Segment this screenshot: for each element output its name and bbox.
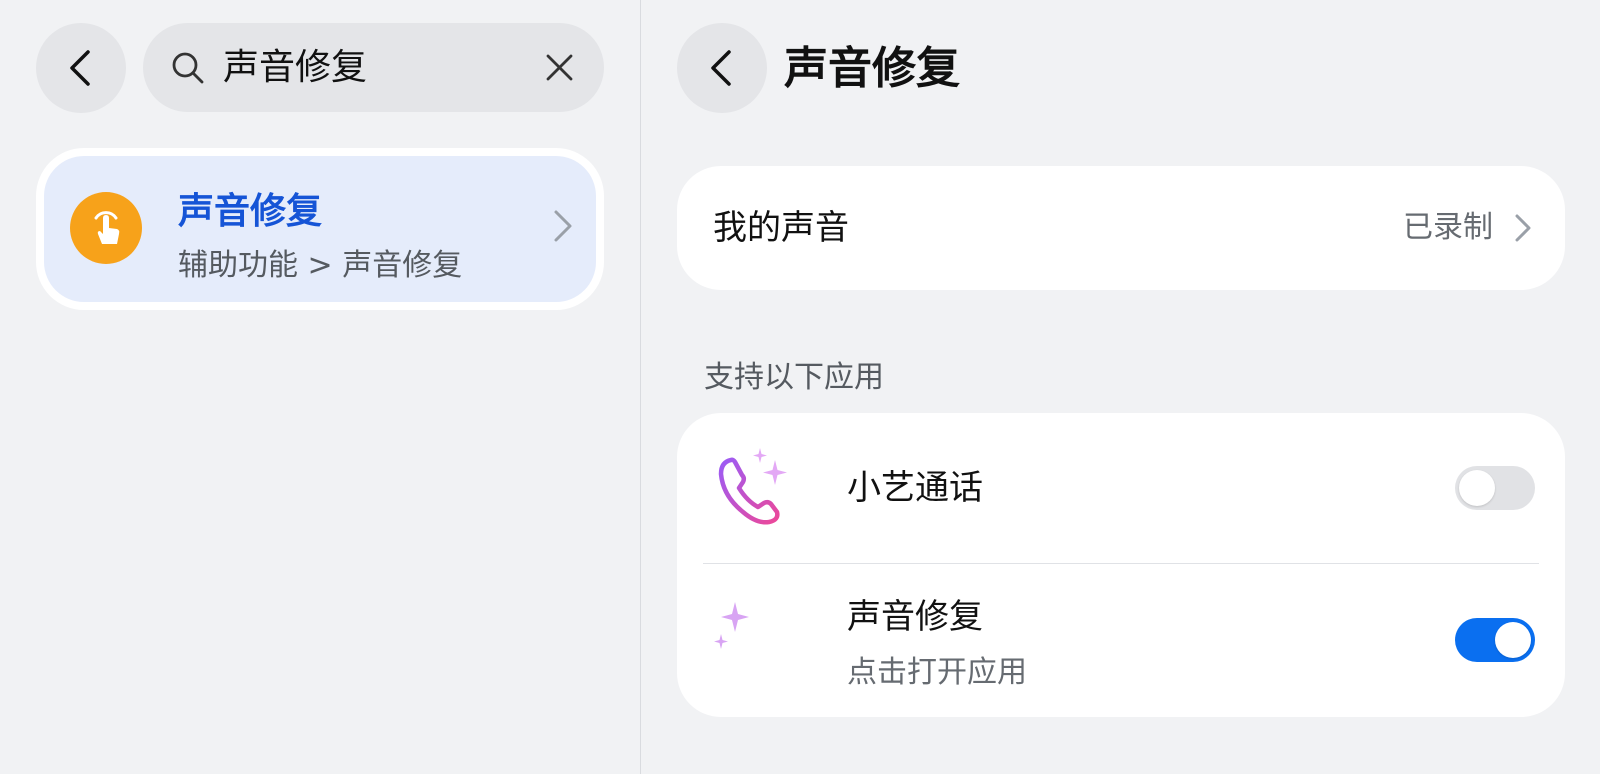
my-voice-status: 已录制 [1403, 210, 1493, 245]
chevron-right-icon [1515, 214, 1531, 242]
section-header: 支持以下应用 [704, 360, 884, 395]
close-icon[interactable] [545, 53, 574, 82]
search-result-highlight: 声音修复 辅助功能 > 声音修复 [44, 156, 596, 302]
toggle-knob [1459, 470, 1495, 506]
my-voice-label: 我的声音 [713, 208, 849, 248]
app-name: 声音修复 [847, 597, 983, 637]
toggle-knob [1495, 622, 1531, 658]
my-voice-row[interactable]: 我的声音 已录制 [677, 166, 1565, 290]
search-bar[interactable]: 声音修复 [143, 23, 604, 112]
search-pane: 声音修复 声音修复 辅助功能 > 声音修复 [0, 0, 640, 774]
waveform-sparkle-icon [714, 602, 783, 670]
chevron-left-icon [70, 50, 90, 86]
app-row-voice-repair[interactable]: 声音修复 点击打开应用 [677, 565, 1565, 715]
detail-back-button[interactable] [677, 23, 767, 113]
search-result-title: 声音修复 [178, 191, 323, 232]
xiaoyi-call-toggle[interactable] [1455, 466, 1535, 510]
back-button[interactable] [36, 23, 126, 113]
search-icon [172, 52, 204, 84]
chevron-right-icon [554, 210, 572, 242]
app-name: 小艺通话 [847, 468, 983, 508]
page-title: 声音修复 [784, 43, 960, 94]
search-result-path: 辅助功能 > 声音修复 [178, 248, 463, 283]
search-input[interactable]: 声音修复 [223, 23, 367, 112]
apps-list: 小艺通话 声音修复 点击打开应用 [677, 413, 1565, 717]
app-row-xiaoyi-call: 小艺通话 [677, 413, 1565, 563]
phone-sparkle-icon [718, 448, 787, 525]
voice-repair-toggle[interactable] [1455, 618, 1535, 662]
row-divider [703, 563, 1539, 564]
detail-pane: 声音修复 我的声音 已录制 支持以下应用 小艺通话 声音修复 点击打开应用 [641, 0, 1600, 774]
touch-hand-icon [70, 192, 142, 264]
chevron-left-icon [711, 50, 731, 86]
app-subtitle: 点击打开应用 [847, 655, 1027, 690]
search-result-item[interactable]: 声音修复 辅助功能 > 声音修复 [36, 148, 604, 310]
